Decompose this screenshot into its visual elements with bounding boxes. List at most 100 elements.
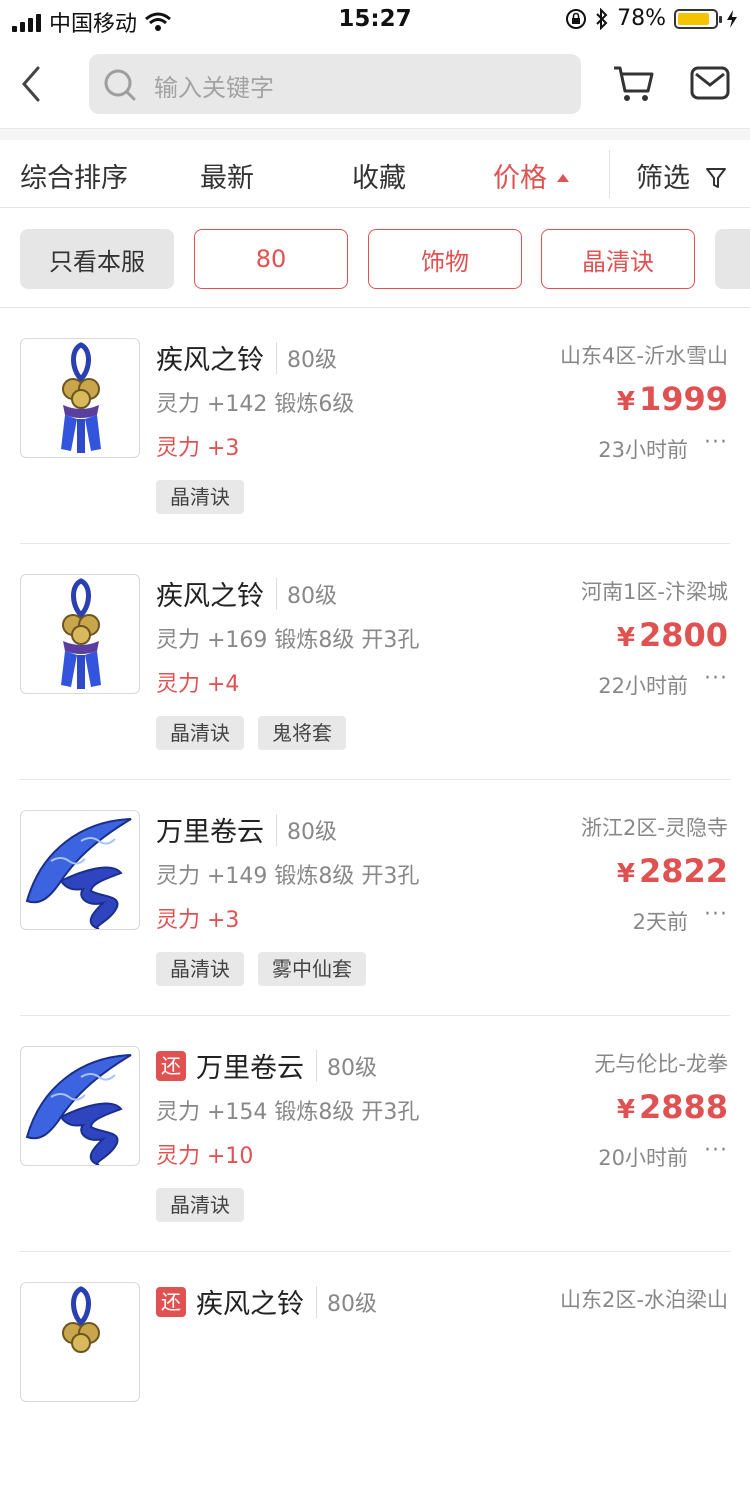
top-bar: 输入关键字 — [0, 40, 750, 128]
rotation-lock-icon — [566, 8, 587, 29]
chip-category[interactable]: 饰物 — [368, 229, 522, 289]
item-time: 23小时前 — [598, 438, 688, 462]
chip-this-server[interactable]: 只看本服 — [20, 229, 174, 289]
back-icon[interactable] — [18, 64, 48, 104]
price-value: 2822 — [638, 852, 728, 890]
more-icon[interactable]: ··· — [704, 666, 728, 691]
battery-percent: 78% — [617, 6, 666, 31]
item-time: 2天前 — [632, 910, 688, 934]
cart-icon[interactable] — [612, 64, 654, 104]
item-title-row: 疾风之铃 80级 — [156, 574, 337, 613]
sort-bar: 综合排序 最新 收藏 价格 筛选 — [0, 140, 750, 208]
item-title-row: 疾风之铃 80级 — [156, 338, 337, 377]
charging-icon — [727, 9, 737, 28]
sort-label: 收藏 — [352, 163, 406, 194]
item-tag: 晶清诀 — [156, 1188, 244, 1222]
item-stat: 灵力 +149 锻炼8级 开3孔 — [156, 864, 420, 889]
sort-price[interactable]: 价格 — [493, 156, 569, 195]
item-level: 80级 — [276, 813, 337, 846]
more-icon[interactable]: ··· — [704, 430, 728, 455]
item-bonus: 灵力 +3 — [156, 436, 240, 461]
sort-newest[interactable]: 最新 — [200, 156, 254, 195]
item-price: ¥2888 — [617, 1088, 728, 1126]
search-input[interactable]: 输入关键字 — [89, 54, 581, 114]
item-tag: 晶清诀 — [156, 952, 244, 986]
item-stat: 灵力 +154 锻炼8级 开3孔 — [156, 1100, 420, 1125]
currency-symbol: ¥ — [616, 387, 635, 417]
more-icon[interactable]: ··· — [704, 1138, 728, 1163]
list-item[interactable]: 万里卷云 80级 灵力 +149 锻炼8级 开3孔 灵力 +3 晶清诀 雾中仙套… — [0, 780, 750, 1016]
item-server: 浙江2区-灵隐寺 — [581, 816, 728, 840]
item-price: ¥2800 — [617, 616, 728, 654]
bell-ornament-icon — [20, 574, 140, 694]
chip-more[interactable] — [715, 229, 750, 289]
sort-comprehensive[interactable]: 综合排序 — [20, 156, 128, 195]
returned-badge: 还 — [156, 1286, 186, 1317]
item-bonus: 灵力 +4 — [156, 672, 240, 697]
item-server: 河南1区-汴梁城 — [581, 580, 728, 604]
item-title-row: 还 疾风之铃 80级 — [156, 1282, 377, 1321]
returned-badge: 还 — [156, 1050, 186, 1081]
item-name: 疾风之铃 — [156, 581, 264, 612]
item-price: ¥2822 — [617, 852, 728, 890]
item-tags: 晶清诀 鬼将套 — [156, 716, 346, 750]
bluetooth-icon — [596, 7, 608, 30]
filter-label: 筛选 — [636, 163, 690, 194]
item-tags: 晶清诀 雾中仙套 — [156, 952, 366, 986]
currency-symbol: ¥ — [616, 623, 635, 653]
item-name: 万里卷云 — [196, 1053, 304, 1084]
price-value: 1999 — [638, 380, 728, 418]
item-tag: 雾中仙套 — [258, 952, 366, 986]
mail-icon[interactable] — [690, 66, 730, 100]
chip-skill[interactable]: 晶清诀 — [541, 229, 695, 289]
item-stat: 灵力 +169 锻炼8级 开3孔 — [156, 628, 420, 653]
item-server: 山东2区-水泊梁山 — [560, 1288, 728, 1312]
item-price: ¥1999 — [617, 380, 728, 418]
item-tag: 晶清诀 — [156, 480, 244, 514]
item-server: 无与伦比-龙拳 — [594, 1052, 728, 1076]
chip-label: 80 — [255, 245, 287, 273]
status-bar: 中国移动 15:27 78% — [0, 0, 750, 40]
sort-label: 价格 — [493, 163, 547, 194]
item-tag: 晶清诀 — [156, 716, 244, 750]
filter-chips: 只看本服 80 饰物 晶清诀 — [0, 208, 750, 308]
item-time: 20小时前 — [598, 1146, 688, 1170]
item-time: 22小时前 — [598, 674, 688, 698]
item-level: 80级 — [276, 341, 337, 374]
filter-icon — [705, 167, 726, 188]
sort-favorites[interactable]: 收藏 — [352, 156, 406, 195]
bell-ornament-icon — [20, 338, 140, 458]
item-level: 80级 — [316, 1285, 377, 1318]
divider — [609, 150, 610, 198]
list-item[interactable]: 疾风之铃 80级 灵力 +142 锻炼6级 灵力 +3 晶清诀 山东4区-沂水雪… — [0, 308, 750, 544]
item-server: 山东4区-沂水雪山 — [560, 344, 728, 368]
item-tag: 鬼将套 — [258, 716, 346, 750]
item-level: 80级 — [276, 577, 337, 610]
item-title-row: 万里卷云 80级 — [156, 810, 337, 849]
item-name: 疾风之铃 — [156, 345, 264, 376]
sort-ascending-icon — [557, 173, 569, 182]
more-icon[interactable]: ··· — [704, 902, 728, 927]
bell-ornament-icon — [20, 1282, 140, 1402]
chip-level[interactable]: 80 — [194, 229, 348, 289]
list-item[interactable]: 还 万里卷云 80级 灵力 +154 锻炼8级 开3孔 灵力 +10 晶清诀 无… — [0, 1016, 750, 1252]
chip-label: 饰物 — [421, 247, 469, 276]
search-placeholder: 输入关键字 — [154, 74, 274, 102]
item-bonus: 灵力 +10 — [156, 1144, 254, 1169]
item-title-row: 还 万里卷云 80级 — [156, 1046, 377, 1085]
ribbon-ornament-icon — [20, 810, 140, 930]
currency-symbol: ¥ — [616, 859, 635, 889]
sort-label: 最新 — [200, 163, 254, 194]
item-stat: 灵力 +142 锻炼6级 — [156, 392, 355, 417]
item-name: 疾风之铃 — [196, 1289, 304, 1320]
chip-label: 只看本服 — [49, 247, 145, 276]
filter-button[interactable]: 筛选 — [636, 156, 727, 195]
list-item[interactable]: 还 疾风之铃 80级 山东2区-水泊梁山 — [0, 1252, 750, 1488]
price-value: 2800 — [638, 616, 728, 654]
chip-label: 晶清诀 — [582, 247, 654, 276]
item-name: 万里卷云 — [156, 817, 264, 848]
list-item[interactable]: 疾风之铃 80级 灵力 +169 锻炼8级 开3孔 灵力 +4 晶清诀 鬼将套 … — [0, 544, 750, 780]
item-tags: 晶清诀 — [156, 1188, 244, 1222]
battery-icon — [674, 8, 722, 29]
price-value: 2888 — [638, 1088, 728, 1126]
